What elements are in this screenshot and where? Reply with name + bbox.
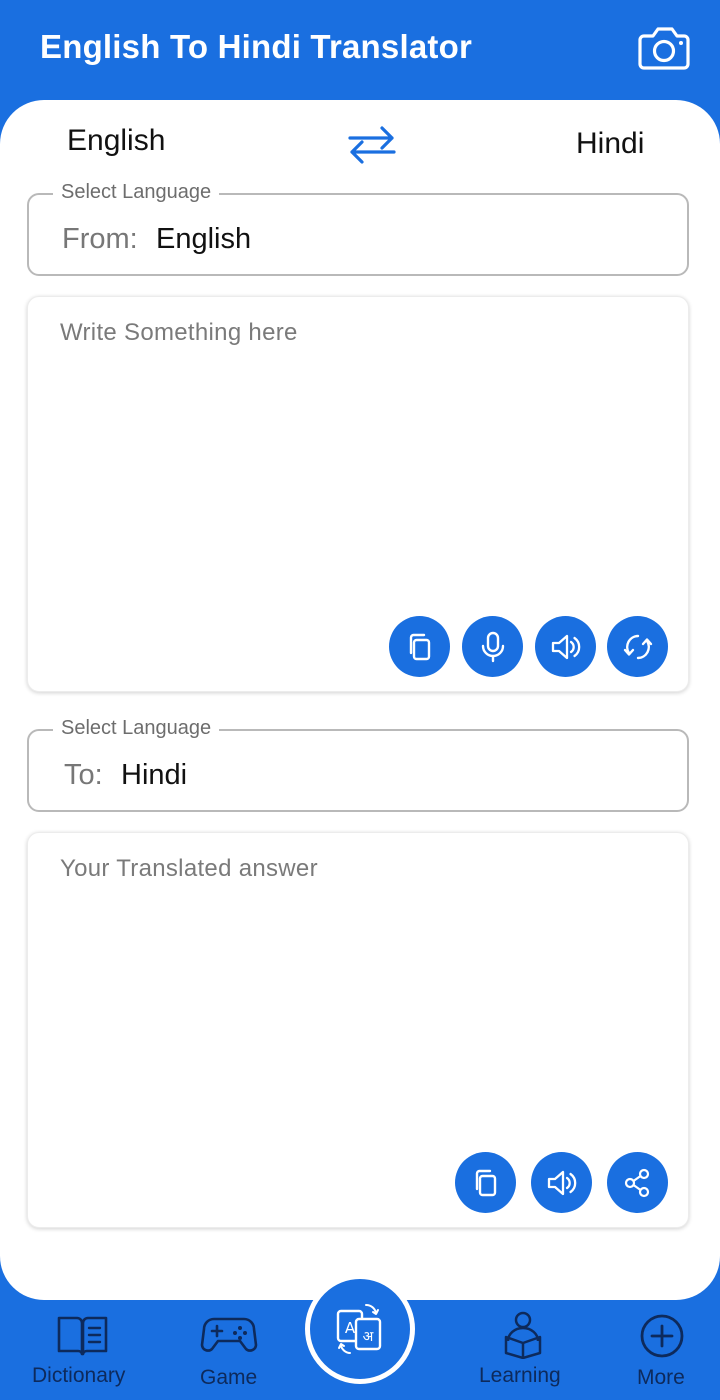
- speaker-icon[interactable]: [535, 616, 596, 677]
- nav-item-learning[interactable]: Learning: [470, 1300, 580, 1400]
- plus-circle-icon: [640, 1314, 684, 1358]
- page-title: English To Hindi Translator: [40, 28, 472, 65]
- from-prefix: From:: [62, 223, 138, 255]
- nav-item-dictionary[interactable]: Dictionary: [20, 1300, 145, 1400]
- copy-icon[interactable]: [455, 1152, 516, 1213]
- share-icon[interactable]: [607, 1152, 668, 1213]
- app-header: English To Hindi Translator: [0, 0, 720, 100]
- to-language-value: Hindi: [121, 759, 188, 791]
- nav-label-game: Game: [200, 1366, 258, 1389]
- target-language-label[interactable]: Hindi: [576, 127, 644, 161]
- translated-text-card: Your Translated answer: [27, 832, 689, 1228]
- dictionary-icon: [57, 1316, 108, 1356]
- to-language-select[interactable]: Select Language To: Hindi: [27, 717, 689, 812]
- from-language-value: English: [156, 223, 252, 255]
- nav-label-more: More: [637, 1366, 685, 1389]
- speaker-icon[interactable]: [531, 1152, 592, 1213]
- to-prefix: To:: [64, 759, 103, 791]
- translated-text-output: Your Translated answer: [60, 855, 318, 882]
- copy-icon[interactable]: [389, 616, 450, 677]
- from-language-select[interactable]: Select Language From: English: [27, 181, 689, 276]
- nav-item-more[interactable]: More: [630, 1300, 700, 1400]
- svg-text:A: A: [345, 1319, 356, 1337]
- select-language-legend: Select Language: [53, 717, 220, 740]
- source-text-input[interactable]: Write Something here: [60, 319, 298, 347]
- refresh-icon[interactable]: [607, 616, 668, 677]
- select-language-legend: Select Language: [53, 181, 220, 204]
- microphone-icon[interactable]: [462, 616, 523, 677]
- swap-arrows-icon[interactable]: [344, 121, 400, 169]
- source-text-card[interactable]: Write Something here: [27, 296, 689, 692]
- translate-icon[interactable]: A अ: [305, 1274, 415, 1384]
- gamepad-icon: [200, 1317, 258, 1352]
- svg-text:अ: अ: [363, 1329, 374, 1345]
- nav-label-learning: Learning: [479, 1364, 561, 1387]
- app-root: English To Hindi Translator English Hind…: [0, 0, 720, 1400]
- nav-item-game[interactable]: Game: [190, 1300, 270, 1400]
- camera-icon[interactable]: [636, 22, 692, 74]
- learning-icon: [504, 1311, 542, 1359]
- source-language-label[interactable]: English: [67, 124, 165, 158]
- nav-label-dictionary: Dictionary: [32, 1364, 126, 1387]
